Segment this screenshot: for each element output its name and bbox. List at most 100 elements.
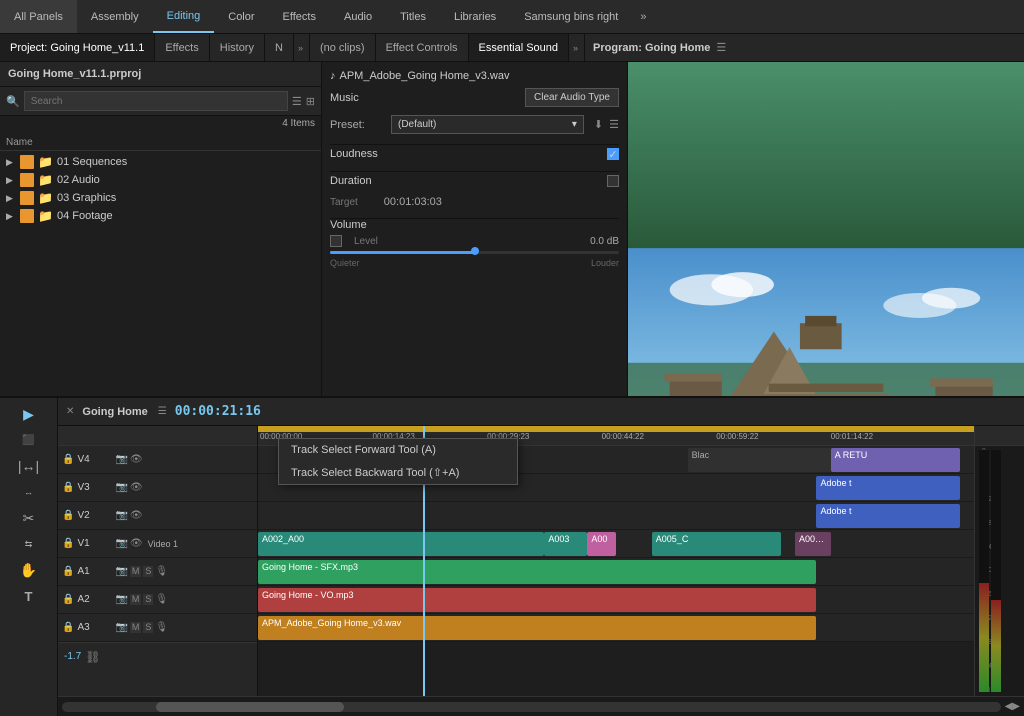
clip-a002[interactable]: A002_A00 bbox=[258, 532, 544, 556]
eye-v4-icon[interactable]: 👁 bbox=[130, 454, 143, 465]
scrollbar-thumb[interactable] bbox=[156, 702, 344, 712]
clip-a00[interactable]: A00 bbox=[587, 532, 616, 556]
menu-editing[interactable]: Editing bbox=[153, 0, 215, 33]
clip-a003[interactable]: A003 bbox=[544, 532, 587, 556]
volume-label-row: -1.7 ⛓ bbox=[58, 642, 257, 670]
clip-sfx[interactable]: Going Home - SFX.mp3 bbox=[258, 560, 816, 584]
level-checkbox[interactable] bbox=[330, 235, 342, 247]
menu-audio[interactable]: Audio bbox=[330, 0, 386, 33]
tool-rolling[interactable]: ↔ bbox=[15, 480, 43, 504]
clip-a005-c2[interactable]: A005_C bbox=[795, 532, 831, 556]
lock-v4-icon[interactable]: 🔒 bbox=[62, 454, 74, 465]
tool-slip[interactable]: ⇆ bbox=[15, 532, 43, 556]
close-timeline-icon[interactable]: ✕ bbox=[66, 406, 74, 417]
context-item-forward[interactable]: Track Select Forward Tool (A) bbox=[279, 439, 517, 461]
icon-view-icon[interactable]: ⊞ bbox=[306, 95, 315, 108]
slider-handle[interactable] bbox=[471, 247, 479, 255]
audio-track-a2[interactable]: Going Home - VO.mp3 bbox=[258, 586, 974, 614]
mute-a3-btn[interactable]: M bbox=[130, 622, 142, 633]
tool-ripple[interactable]: |↔| bbox=[15, 454, 43, 478]
project-search-input[interactable] bbox=[24, 91, 288, 111]
list-item-footage[interactable]: ▶ 📁 04 Footage bbox=[0, 207, 321, 225]
list-item-graphics[interactable]: ▶ 📁 03 Graphics bbox=[0, 189, 321, 207]
slider-right-label: Louder bbox=[591, 258, 619, 268]
es-volume-slider[interactable]: Quieter Louder bbox=[330, 251, 619, 268]
preset-save-icon[interactable]: ⬇ bbox=[594, 118, 603, 131]
camera-v2-icon[interactable]: 📷 bbox=[115, 510, 127, 521]
clip-a005-c1[interactable]: A005_C bbox=[652, 532, 781, 556]
video-track-v2[interactable]: Adobe t bbox=[258, 502, 974, 530]
clip-apm[interactable]: APM_Adobe_Going Home_v3.wav bbox=[258, 616, 816, 640]
record-a1-icon[interactable]: 🎙 bbox=[155, 566, 168, 577]
volume-link-icon[interactable]: ⛓ bbox=[85, 650, 100, 664]
camera-a2-icon[interactable]: 📷 bbox=[115, 594, 127, 605]
scroll-right-btn[interactable]: ▶ bbox=[1012, 701, 1020, 712]
panel-header-arrow[interactable]: » bbox=[294, 43, 307, 53]
tool-select[interactable]: ▶ bbox=[15, 402, 43, 426]
folder-icon-audio: 📁 bbox=[38, 173, 53, 187]
video-track-v1[interactable]: A002_A00 A003 A00 A005_C A005_C bbox=[258, 530, 974, 558]
tab-effects[interactable]: Effects bbox=[155, 34, 209, 61]
eye-v3-icon[interactable]: 👁 bbox=[130, 482, 143, 493]
camera-v3-icon[interactable]: 📷 bbox=[115, 482, 127, 493]
tab-history[interactable]: History bbox=[210, 34, 265, 61]
menu-color[interactable]: Color bbox=[214, 0, 268, 33]
camera-v1-icon[interactable]: 📷 bbox=[115, 538, 127, 549]
solo-a2-btn[interactable]: S bbox=[143, 594, 153, 605]
lock-v1-icon[interactable]: 🔒 bbox=[62, 538, 74, 549]
menu-more[interactable]: » bbox=[632, 11, 654, 23]
tab-project[interactable]: Project: Going Home_v11.1 bbox=[0, 34, 155, 61]
lock-v3-icon[interactable]: 🔒 bbox=[62, 482, 74, 493]
tab-effect-controls[interactable]: Effect Controls bbox=[376, 34, 469, 61]
menu-all-panels[interactable]: All Panels bbox=[0, 0, 77, 33]
camera-a3-icon[interactable]: 📷 bbox=[115, 622, 127, 633]
clear-audio-type-button[interactable]: Clear Audio Type bbox=[525, 88, 619, 107]
clip-aretu[interactable]: A RETU bbox=[831, 448, 960, 472]
track-area[interactable]: 00:00:00:00 00:00:14:23 00:00:29:23 00:0… bbox=[258, 426, 974, 696]
menu-titles[interactable]: Titles bbox=[386, 0, 440, 33]
tool-type[interactable]: T bbox=[15, 584, 43, 608]
lock-v2-icon[interactable]: 🔒 bbox=[62, 510, 74, 521]
clip-adobe-t-v2[interactable]: Adobe t bbox=[816, 504, 959, 528]
record-a2-icon[interactable]: 🎙 bbox=[155, 594, 168, 605]
program-menu-icon[interactable]: ☰ bbox=[716, 41, 726, 54]
list-view-icon[interactable]: ☰ bbox=[292, 95, 302, 108]
tool-track-select[interactable]: ⬛ bbox=[15, 428, 43, 452]
menu-samsung[interactable]: Samsung bins right bbox=[510, 0, 632, 33]
duration-checkbox[interactable] bbox=[607, 175, 619, 187]
list-item-sequences[interactable]: ▶ 📁 01 Sequences bbox=[0, 153, 321, 171]
lock-a2-icon[interactable]: 🔒 bbox=[62, 594, 74, 605]
clip-adobe-t-v3[interactable]: Adobe t bbox=[816, 476, 959, 500]
menu-effects[interactable]: Effects bbox=[269, 0, 330, 33]
loudness-checkbox[interactable]: ✓ bbox=[607, 148, 619, 160]
middle-panel-arrow[interactable]: » bbox=[569, 43, 582, 53]
camera-v4-icon[interactable]: 📷 bbox=[115, 454, 127, 465]
menu-libraries[interactable]: Libraries bbox=[440, 0, 510, 33]
audio-track-a3[interactable]: APM_Adobe_Going Home_v3.wav bbox=[258, 614, 974, 642]
preset-menu-icon[interactable]: ☰ bbox=[609, 118, 619, 131]
tool-razor[interactable]: ✂ bbox=[15, 506, 43, 530]
camera-a1-icon[interactable]: 📷 bbox=[115, 566, 127, 577]
tab-n[interactable]: N bbox=[265, 34, 294, 61]
menu-assembly[interactable]: Assembly bbox=[77, 0, 153, 33]
eye-v1-icon[interactable]: 👁 bbox=[130, 538, 143, 549]
timeline-scrollbar[interactable] bbox=[62, 702, 1001, 712]
eye-v2-icon[interactable]: 👁 bbox=[130, 510, 143, 521]
tab-essential-sound[interactable]: Essential Sound bbox=[469, 34, 570, 61]
preset-dropdown[interactable]: (Default) ▾ bbox=[391, 115, 584, 134]
list-item-audio[interactable]: ▶ 📁 02 Audio bbox=[0, 171, 321, 189]
mute-a2-btn[interactable]: M bbox=[130, 594, 142, 605]
tab-no-clips[interactable]: (no clips) bbox=[310, 34, 376, 61]
solo-a3-btn[interactable]: S bbox=[143, 622, 153, 633]
record-a3-icon[interactable]: 🎙 bbox=[155, 622, 168, 633]
tool-hand[interactable]: ✋ bbox=[15, 558, 43, 582]
timeline-menu-icon[interactable]: ☰ bbox=[158, 406, 167, 417]
solo-a1-btn[interactable]: S bbox=[143, 566, 153, 577]
lock-a1-icon[interactable]: 🔒 bbox=[62, 566, 74, 577]
lock-a3-icon[interactable]: 🔒 bbox=[62, 622, 74, 633]
audio-track-a1[interactable]: Going Home - SFX.mp3 bbox=[258, 558, 974, 586]
scroll-left-btn[interactable]: ◀ bbox=[1005, 701, 1013, 712]
clip-vo[interactable]: Going Home - VO.mp3 bbox=[258, 588, 816, 612]
mute-a1-btn[interactable]: M bbox=[130, 566, 142, 577]
context-item-backward[interactable]: Track Select Backward Tool (⇧+A) bbox=[279, 461, 517, 484]
